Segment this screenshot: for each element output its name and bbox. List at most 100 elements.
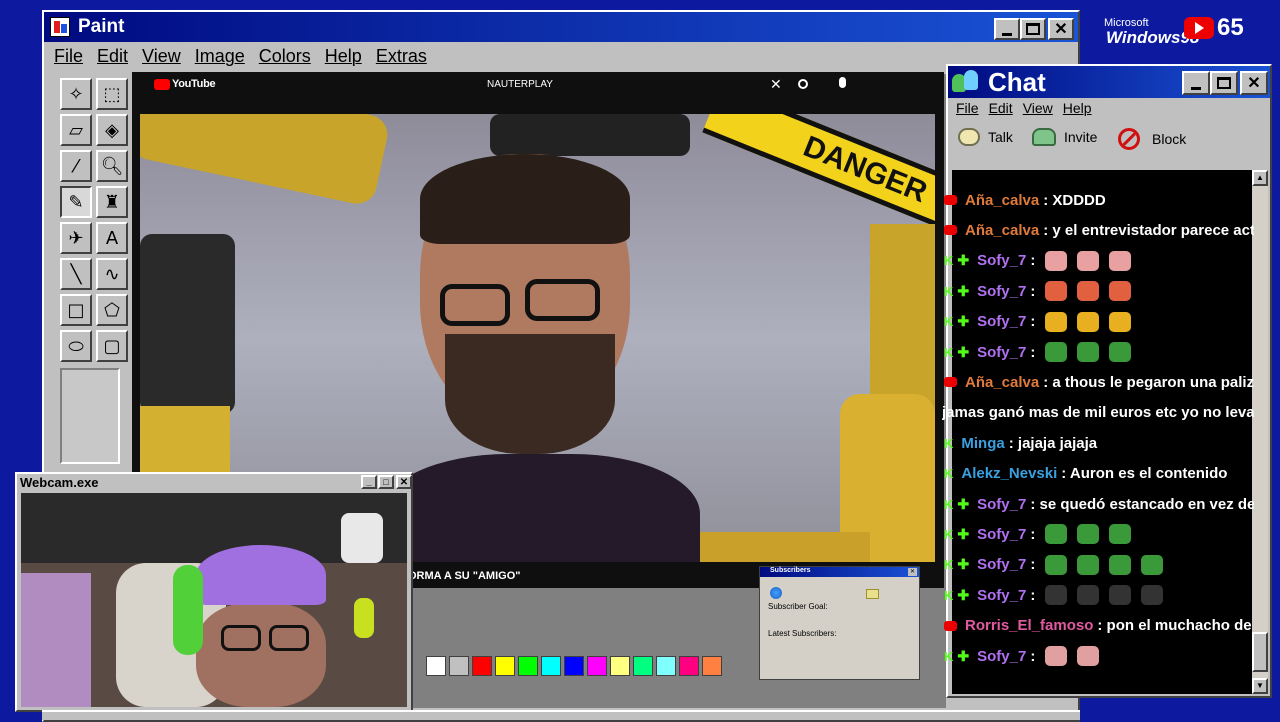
text-tool[interactable]: A (96, 222, 128, 254)
youtube-logo-icon[interactable] (154, 79, 170, 90)
chat-menu-view[interactable]: View (1023, 100, 1053, 116)
search-icon[interactable] (798, 79, 808, 89)
color-picker-icon: ⁄ (74, 155, 78, 177)
pencil-tool[interactable]: ✎ (60, 186, 92, 218)
talk-icon (958, 128, 980, 146)
chat-menubar: File Edit View Help (956, 100, 1092, 116)
close-icon: ✕ (1054, 21, 1068, 38)
paint-app-icon (50, 17, 70, 37)
palette-swatch[interactable] (495, 656, 515, 676)
minimize-icon (1002, 32, 1012, 36)
palette-swatch[interactable] (633, 656, 653, 676)
palette-swatch[interactable] (449, 656, 469, 676)
webcam-feed (21, 493, 407, 707)
subscribers-close-button[interactable]: ✕ (908, 568, 917, 576)
line-icon: ╲ (70, 263, 82, 285)
talk-label: Talk (988, 129, 1013, 145)
chat-maximize-button[interactable] (1210, 71, 1238, 95)
paint-menu-file[interactable]: File (54, 46, 83, 67)
chat-menu-help[interactable]: Help (1063, 100, 1092, 116)
rect-select-tool[interactable]: ⬚ (96, 78, 128, 110)
microphone-icon[interactable] (839, 77, 846, 88)
paint-menu-help[interactable]: Help (325, 46, 362, 67)
curve-tool[interactable]: ∿ (96, 258, 128, 290)
block-button[interactable]: Block (1118, 128, 1186, 150)
brush-icon: ♜ (103, 191, 121, 213)
rounded-rect-tool[interactable]: ▢ (96, 330, 128, 362)
webcam-titlebar[interactable]: Webcam.exe (17, 474, 411, 491)
chat-minimize-button[interactable] (1182, 71, 1210, 95)
clear-search-icon[interactable]: ✕ (770, 76, 782, 93)
free-select-tool[interactable]: ✧ (60, 78, 92, 110)
palette-swatch[interactable] (702, 656, 722, 676)
ellipse-tool[interactable]: ⬭ (60, 330, 92, 362)
magnifier-tool[interactable]: 🔍︎ (96, 150, 128, 182)
chat-log (952, 170, 1252, 694)
chat-close-button[interactable]: ✕ (1240, 71, 1268, 95)
block-icon (1118, 128, 1140, 150)
line-tool[interactable]: ╲ (60, 258, 92, 290)
close-icon: ✕ (1247, 75, 1261, 92)
eraser-icon: ▱ (69, 119, 83, 141)
paint-menu-view[interactable]: View (142, 46, 181, 67)
palette-swatch[interactable] (587, 656, 607, 676)
talk-button[interactable]: Talk (958, 128, 1013, 146)
barrel-top-left (140, 114, 392, 208)
palette-swatch[interactable] (518, 656, 538, 676)
chat-window: Chat ✕ File Edit View Help Talk Invite B… (946, 64, 1272, 698)
webcam-close-button[interactable]: ✕ (396, 475, 412, 489)
chat-scrollbar[interactable]: ▲ ▼ (1252, 170, 1268, 694)
color-picker-tool[interactable]: ⁄ (60, 150, 92, 182)
paint-titlebar[interactable]: Paint (44, 12, 1078, 42)
users-icon (952, 70, 980, 94)
scroll-up-button[interactable]: ▲ (1252, 170, 1268, 186)
barrel-left (140, 234, 235, 414)
webcam-maximize-button[interactable]: □ (378, 475, 394, 489)
palette-swatch[interactable] (656, 656, 676, 676)
paint-minimize-button[interactable] (994, 18, 1020, 40)
pencil-icon: ✎ (68, 191, 84, 213)
palette-swatch[interactable] (679, 656, 699, 676)
paint-menu-extras[interactable]: Extras (376, 46, 427, 67)
scroll-thumb[interactable] (1252, 632, 1268, 672)
palette-swatch[interactable] (541, 656, 561, 676)
airbrush-icon: ✈︎ (68, 227, 84, 249)
rectangle-tool[interactable]: □ (60, 294, 92, 326)
paint-menu-image[interactable]: Image (195, 46, 245, 67)
brush-tool[interactable]: ♜ (96, 186, 128, 218)
webcam-minimize-button[interactable]: _ (361, 475, 377, 489)
subscribers-titlebar[interactable]: Subscribers (760, 567, 919, 577)
paint-menu-edit[interactable]: Edit (97, 46, 128, 67)
globe-icon (770, 587, 782, 599)
palette-swatch[interactable] (610, 656, 630, 676)
webcam-window: Webcam.exe _ □ ✕ (15, 472, 413, 712)
scroll-down-button[interactable]: ▼ (1252, 678, 1268, 694)
interviewee (380, 154, 700, 562)
polygon-icon: ⬠ (104, 299, 120, 321)
chat-menu-edit[interactable]: Edit (989, 100, 1013, 116)
tool-options-box (60, 368, 120, 464)
airbrush-tool[interactable]: ✈︎ (60, 222, 92, 254)
palette-swatch[interactable] (472, 656, 492, 676)
text-icon: A (105, 227, 119, 249)
free-select-icon: ✧ (68, 83, 84, 105)
chat-menu-file[interactable]: File (956, 100, 979, 116)
youtube-search-input[interactable]: NAUTERPLAY (487, 79, 553, 90)
video-ticker: ORMA A SU "AMIGO" (408, 570, 521, 582)
rect-select-icon: ⬚ (103, 83, 121, 105)
invite-button[interactable]: Invite (1032, 128, 1097, 146)
paint-menu-colors[interactable]: Colors (259, 46, 311, 67)
magnifier-icon: 🔍︎ (100, 155, 124, 177)
subscribers-window: Subscribers ✕ Subscriber Goal: Latest Su… (759, 566, 920, 680)
polygon-tool[interactable]: ⬠ (96, 294, 128, 326)
paint-maximize-button[interactable] (1020, 18, 1046, 40)
minimize-icon: _ (366, 477, 372, 487)
paint-title: Paint (78, 16, 125, 37)
palette-swatch[interactable] (564, 656, 584, 676)
paint-close-button[interactable]: ✕ (1048, 18, 1074, 40)
subscriber-goal-label: Subscriber Goal: (768, 602, 828, 611)
eraser-tool[interactable]: ▱ (60, 114, 92, 146)
fill-bucket-tool[interactable]: ◈ (96, 114, 128, 146)
palette-swatch[interactable] (426, 656, 446, 676)
danger-text: DANGER (798, 129, 932, 210)
